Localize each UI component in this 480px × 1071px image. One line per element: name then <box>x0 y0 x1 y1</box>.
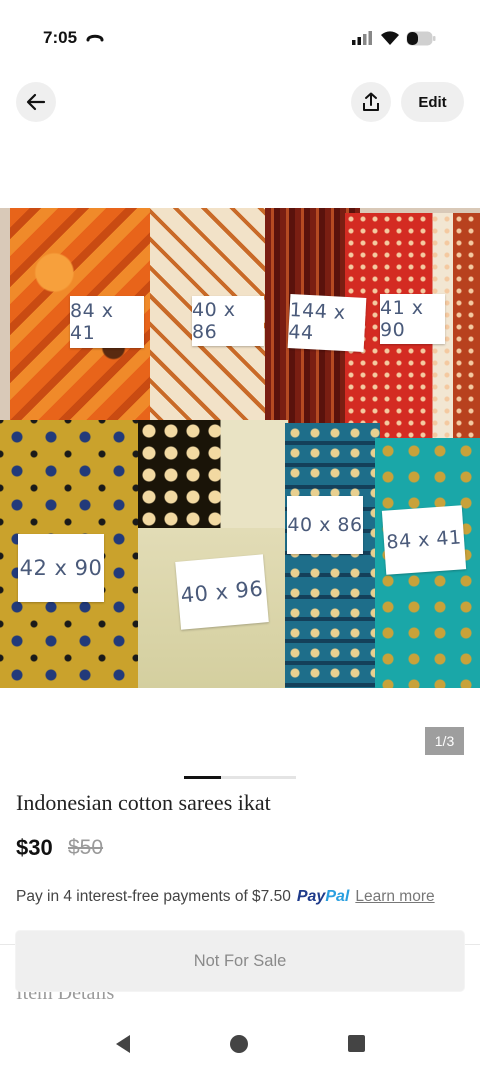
listing-title: Indonesian cotton sarees ikat <box>16 790 271 815</box>
price: $30 <box>16 835 53 860</box>
paypal-logo: PayPal <box>297 888 349 906</box>
paypal-logo-pal: Pal <box>325 888 350 905</box>
carousel-indicator-track <box>221 776 296 779</box>
size-tag: 41 x 90 <box>380 294 445 344</box>
size-tag: 144 x 44 <box>287 294 367 352</box>
system-nav-bar <box>0 1016 480 1071</box>
wifi-icon <box>381 30 399 45</box>
size-tag: 40 x 86 <box>192 296 264 346</box>
not-for-sale-button[interactable]: Not For Sale <box>16 931 464 991</box>
back-button[interactable] <box>16 82 56 122</box>
listing-photo[interactable]: 84 x 41 40 x 86 144 x 44 41 x 90 42 x 90… <box>0 208 480 688</box>
status-icons <box>352 30 436 46</box>
paypal-installments: Pay in 4 interest-free payments of $7.50… <box>16 888 435 906</box>
size-tag: 84 x 41 <box>381 505 467 575</box>
paypal-logo-pay: Pay <box>296 888 326 905</box>
original-price: $50 <box>68 836 104 859</box>
nav-back-icon[interactable] <box>114 1034 132 1054</box>
carousel-indicator-active <box>184 776 221 779</box>
back-arrow-icon <box>26 93 46 111</box>
carousel-indicator[interactable] <box>184 776 296 779</box>
edit-button[interactable]: Edit <box>401 82 464 122</box>
bottom-sheet-fade <box>0 992 480 1004</box>
paypal-text: Pay in 4 interest-free payments of $7.50 <box>16 888 291 905</box>
size-tag: 40 x 96 <box>175 554 269 630</box>
size-tag: 42 x 90 <box>18 534 104 602</box>
nav-home-icon[interactable] <box>230 1035 248 1053</box>
status-time: 7:05 <box>43 28 78 47</box>
size-tag: 40 x 86 <box>287 496 363 554</box>
fabric-blue-teal <box>285 423 380 688</box>
nav-recents-icon[interactable] <box>348 1035 365 1052</box>
share-icon <box>363 92 379 111</box>
learn-more-link[interactable]: Learn more <box>355 888 434 906</box>
share-button[interactable] <box>351 82 391 122</box>
signal-icon <box>352 31 372 45</box>
status-bar: 7:05 <box>0 0 480 76</box>
cast-icon <box>86 34 104 42</box>
photo-counter: 1/3 <box>425 727 464 755</box>
battery-icon <box>406 31 436 45</box>
size-tag: 84 x 41 <box>70 296 144 348</box>
